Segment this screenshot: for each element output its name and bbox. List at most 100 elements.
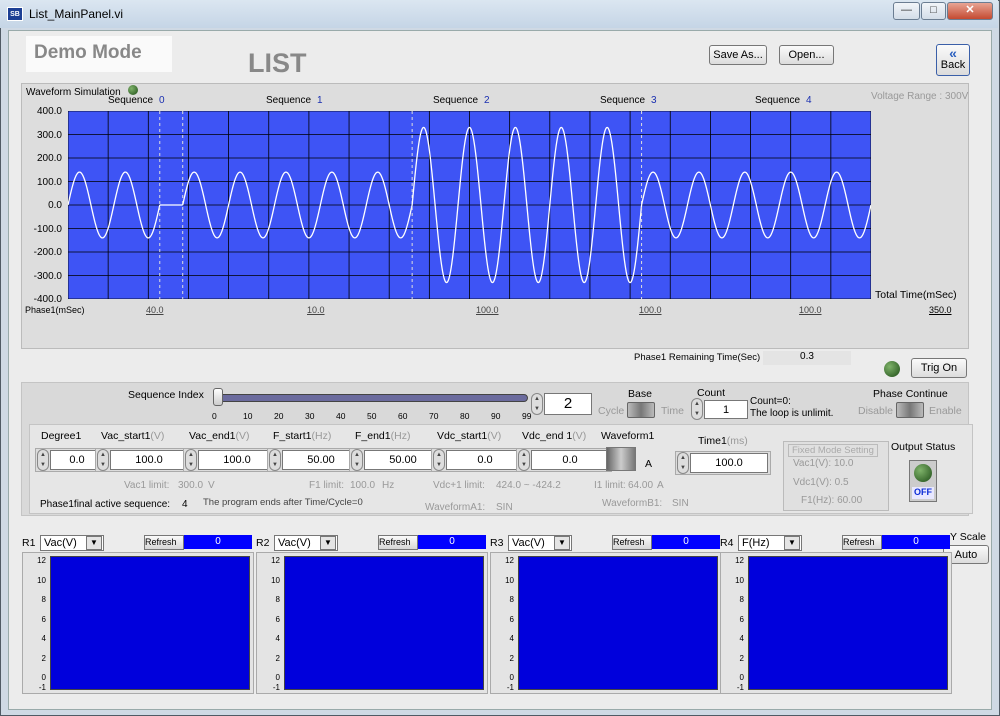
meter-tick: -1 — [272, 683, 280, 692]
chevron-down-icon[interactable]: ▼ — [784, 536, 800, 550]
sequence-index-slider[interactable] — [217, 394, 528, 402]
param-header-name: Degree1 — [41, 430, 82, 442]
sequence-label-4: Sequence 4 — [755, 95, 812, 106]
time1-input[interactable]: 100.0 — [690, 453, 768, 473]
remaining-time-label: Phase1 Remaining Time(Sec) — [634, 352, 761, 363]
param-spinner-6[interactable]: ▲ ▼ — [518, 449, 530, 471]
vdc1-limit-value: 424.0 ~ -424.2 — [496, 480, 561, 491]
output-toggle-button[interactable]: OFF — [909, 460, 937, 502]
param-spinner-5[interactable]: ▲ ▼ — [433, 449, 445, 471]
param-spinner-0[interactable]: ▲ ▼ — [37, 449, 49, 471]
refresh-button-1[interactable]: Refresh — [378, 535, 418, 550]
sequence-index-slider-thumb[interactable] — [213, 388, 223, 406]
param-input-2[interactable]: 100.0 — [198, 450, 276, 470]
phase-duration-value: 10.0 — [307, 305, 325, 315]
sequence-label-2: Sequence 2 — [433, 95, 490, 106]
back-button[interactable]: « Back — [936, 44, 970, 76]
param-spinner-4[interactable]: ▲ ▼ — [351, 449, 363, 471]
meter-tick: 8 — [739, 595, 744, 604]
param-input-6[interactable]: 0.0 — [531, 450, 609, 470]
sequence-label-3: Sequence 3 — [600, 95, 657, 106]
sequence-number: 0 — [159, 95, 165, 106]
param-spinner-2[interactable]: ▲ ▼ — [185, 449, 197, 471]
trig-led-icon — [884, 361, 900, 377]
meter-label-0: R1 — [22, 537, 36, 549]
chevron-down-icon[interactable]: ▼ — [86, 536, 102, 550]
chevron-down-icon[interactable]: ▼ — [554, 536, 570, 550]
app-icon: SB — [7, 7, 23, 21]
sequence-label-text: Sequence — [433, 95, 479, 106]
param-header-4: F_end1(Hz) — [355, 430, 410, 442]
waveform1-label: Waveform1 — [601, 430, 655, 442]
meter-tick: 8 — [509, 595, 514, 604]
refresh-button-3[interactable]: Refresh — [842, 535, 882, 550]
meter-tick: 2 — [509, 653, 514, 663]
meter-tick: 8 — [275, 595, 280, 604]
meter-label-1: R2 — [256, 537, 270, 549]
waveformB1-value: SIN — [672, 498, 689, 509]
meter-tick: 12 — [735, 556, 744, 565]
slider-tick-label: 90 — [491, 411, 501, 421]
sequence-index-input[interactable]: 2 — [544, 393, 592, 415]
meter-tick: 4 — [275, 634, 280, 643]
maximize-button[interactable]: □ — [921, 2, 946, 20]
refresh-button-0[interactable]: Refresh — [144, 535, 184, 550]
param-spinner-1[interactable]: ▲ ▼ — [97, 449, 109, 471]
meter-label-3: R4 — [720, 537, 734, 549]
sequence-index-spinner[interactable]: ▲ ▼ — [531, 393, 543, 415]
y-tick-label: 200.0 — [36, 153, 62, 164]
window-title: List_MainPanel.vi — [29, 7, 124, 21]
param-header-name: Vdc_end 1 — [522, 430, 573, 442]
sequence-number: 2 — [484, 95, 490, 106]
total-time-label: Total Time(mSec) — [875, 289, 957, 301]
y-tick-label: 300.0 — [36, 129, 62, 141]
y-scale-label: Y Scale — [950, 531, 986, 543]
slider-tick-label: 10 — [243, 411, 253, 421]
param-header-0: Degree1 — [41, 430, 81, 442]
sequence-number: 1 — [317, 95, 323, 106]
refresh-button-2[interactable]: Refresh — [612, 535, 652, 550]
slider-tick-label: 20 — [274, 411, 284, 421]
meter-tick: 10 — [505, 575, 514, 585]
count-spinner[interactable]: ▲ ▼ — [691, 398, 703, 420]
slider-tick-label: 70 — [429, 411, 439, 421]
y-tick-label: -100.0 — [33, 223, 62, 235]
param-header-2: Vac_end1(V) — [189, 430, 250, 442]
sequence-label-text: Sequence — [755, 95, 801, 106]
close-button[interactable]: ✕ — [947, 2, 993, 20]
waveformA1-label: WaveformA1: — [425, 502, 486, 513]
minimize-button[interactable]: — — [893, 2, 920, 20]
count-note-2: The loop is unlimit. — [750, 408, 834, 419]
meter-tick: 4 — [41, 634, 46, 643]
waveform-simulation-label: Waveform Simulation — [26, 87, 121, 98]
open-button[interactable]: Open... — [779, 45, 834, 65]
base-toggle[interactable] — [627, 402, 655, 418]
sequence-number: 3 — [651, 95, 657, 106]
sequence-label-text: Sequence — [600, 95, 646, 106]
sequence-label-text: Sequence — [108, 95, 154, 106]
chevron-down-icon[interactable]: ▼ — [320, 536, 336, 550]
f1-limit-unit: Hz — [382, 480, 395, 491]
waveform1-toggle[interactable] — [606, 447, 636, 471]
meter-plot-0 — [50, 556, 250, 690]
param-input-1[interactable]: 100.0 — [110, 450, 188, 470]
vac1-limit-value: 300.0 — [178, 480, 204, 491]
fixed-vdc1: Vdc1(V): 0.5 — [793, 477, 849, 488]
param-input-5[interactable]: 0.0 — [446, 450, 524, 470]
back-label: Back — [940, 59, 966, 71]
count-input[interactable]: 1 — [704, 400, 748, 419]
meter-tick: 2 — [41, 653, 46, 663]
waveformB1-label: WaveformB1: — [602, 498, 663, 509]
phase-continue-toggle[interactable] — [896, 402, 924, 418]
param-header-name: Vac_end1 — [189, 430, 236, 442]
time1-spinner[interactable]: ▲ ▼ — [677, 452, 689, 474]
meter-value-1: 0 — [418, 535, 486, 549]
save-as-button[interactable]: Save As... — [709, 45, 767, 65]
meter-tick: -1 — [736, 683, 744, 692]
param-header-unit: (V) — [572, 430, 587, 442]
trig-on-button[interactable]: Trig On — [911, 358, 967, 378]
param-spinner-3[interactable]: ▲ ▼ — [269, 449, 281, 471]
waveform-svg — [68, 111, 871, 299]
param-header-name: F_end1 — [355, 430, 391, 442]
i1-limit-unit: A — [657, 480, 664, 491]
